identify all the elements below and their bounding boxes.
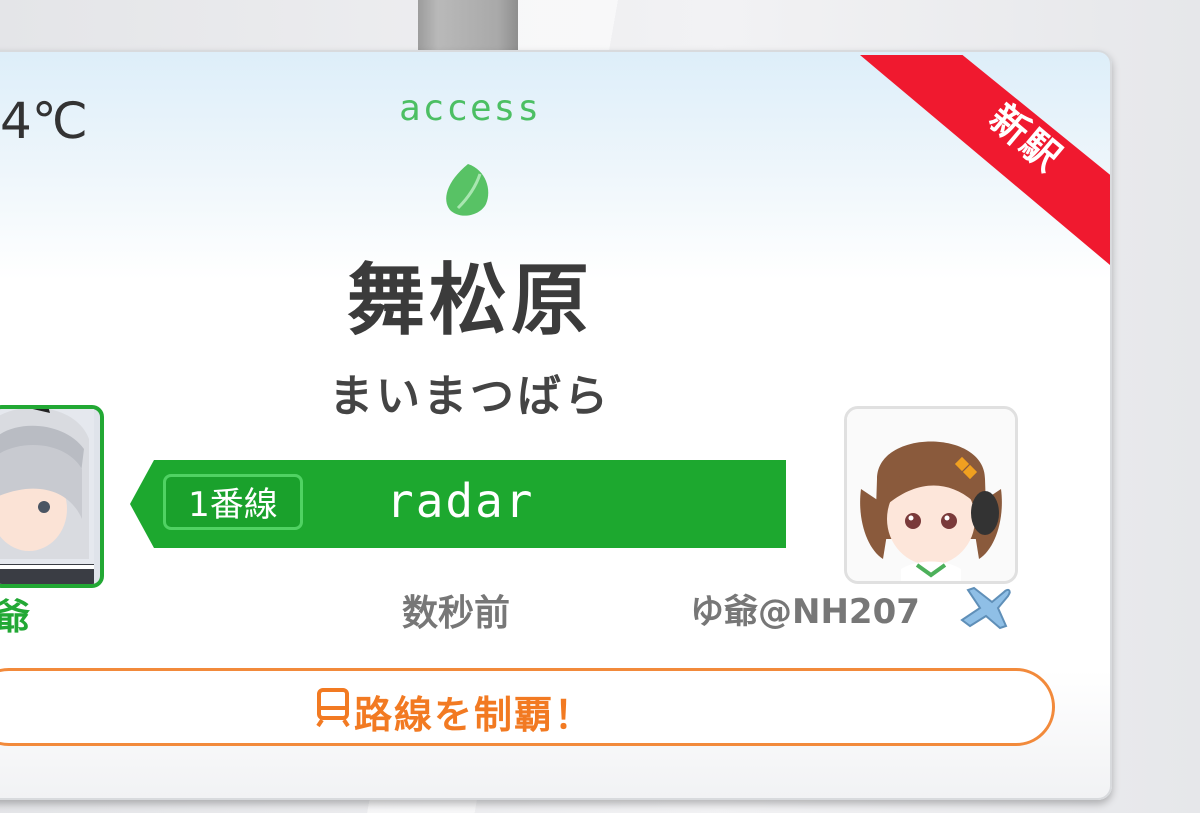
track-number-badge: 1番線 [163,474,303,530]
conquer-route-label: 路線を制覇！ [354,693,595,737]
access-label: access [398,88,542,129]
checkin-username[interactable]: ゆ爺@NH207 [690,584,920,633]
right-user-avatar[interactable] [844,406,1018,584]
character-portrait-icon [847,409,1015,581]
train-icon [316,688,350,728]
left-user-name: 爺 [0,597,31,638]
station-name: 舞松原 [346,256,593,346]
temperature: 4℃ [0,92,88,150]
left-user-avatar[interactable] [0,405,104,588]
airplane-icon [960,586,1011,630]
character-portrait-icon [0,409,94,584]
leaf-icon [446,164,489,216]
line-username: radar [386,474,535,528]
checkin-time: 数秒前 [402,593,511,634]
station-kana: まいまつばら [329,371,611,422]
